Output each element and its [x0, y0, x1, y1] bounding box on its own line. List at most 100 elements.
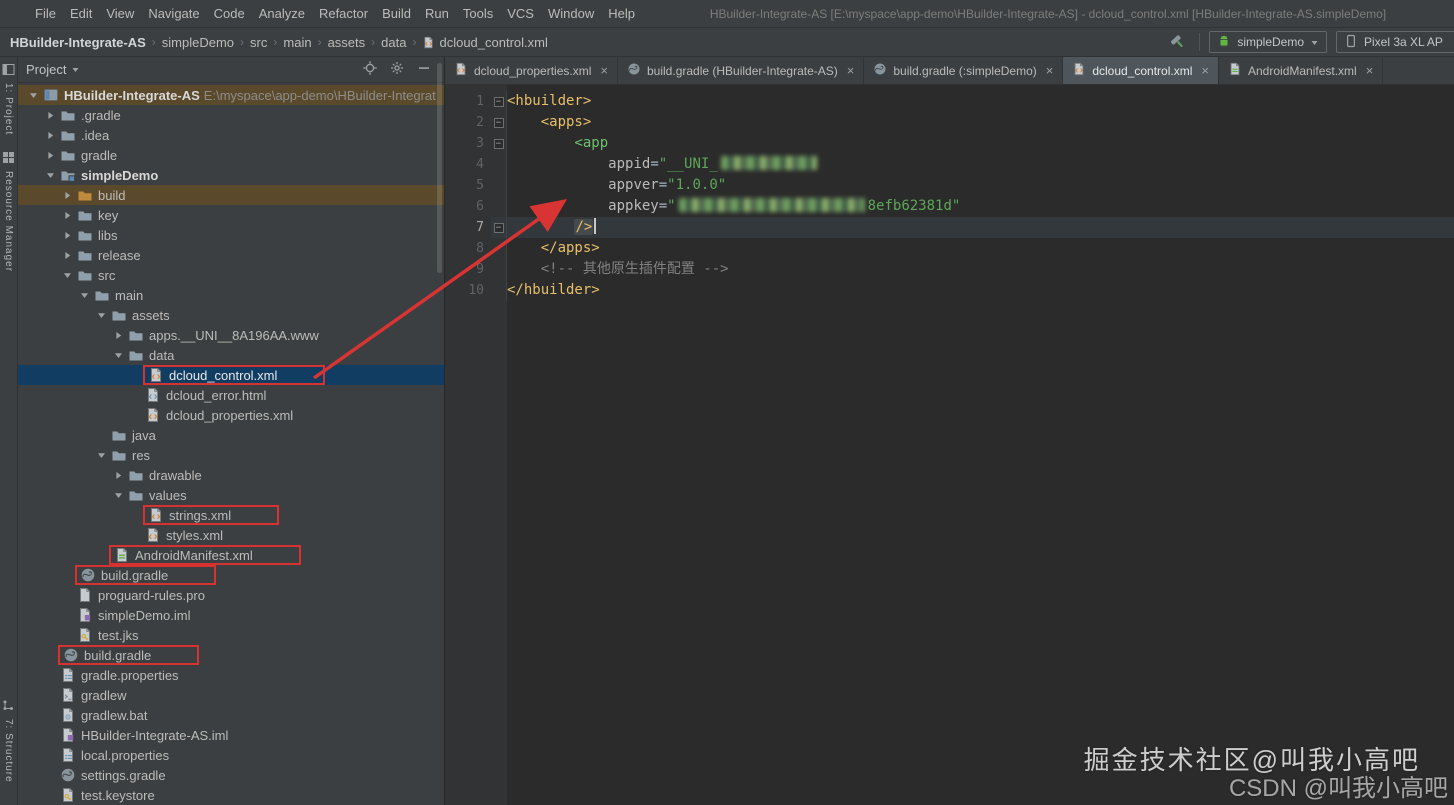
tree-item-settings-gradle[interactable]: settings.gradle [18, 765, 444, 785]
menu-item-code[interactable]: Code [207, 0, 252, 27]
tree-item-dcloud-control-xml[interactable]: dcloud_control.xml [18, 365, 444, 385]
chevron-right-icon[interactable] [43, 150, 58, 161]
breadcrumb-item-hbuilder-integrate-as[interactable]: HBuilder-Integrate-AS [10, 35, 146, 50]
code-line-6[interactable]: 6 appkey=" 8efb62381d" [445, 196, 1454, 217]
chevron-down-icon[interactable] [43, 170, 58, 181]
tree-item-main[interactable]: main [18, 285, 444, 305]
run-config-select[interactable]: simpleDemo [1209, 31, 1327, 53]
chevron-right-icon[interactable] [60, 190, 75, 201]
menu-item-window[interactable]: Window [541, 0, 601, 27]
code-line-1[interactable]: 1− <hbuilder> [445, 91, 1454, 112]
breadcrumb-item-data[interactable]: data [381, 35, 406, 50]
tree-item-data[interactable]: data [18, 345, 444, 365]
fold-gutter[interactable]: − [491, 217, 507, 238]
tree-item-dcloud-error-html[interactable]: dcloud_error.html [18, 385, 444, 405]
hide-panel-icon[interactable] [416, 60, 432, 79]
tree-item-simpledemo-iml[interactable]: simpleDemo.iml [18, 605, 444, 625]
tree-item-hbuilder-integrate-as-iml[interactable]: HBuilder-Integrate-AS.iml [18, 725, 444, 745]
tree-item-dcloud-properties-xml[interactable]: dcloud_properties.xml [18, 405, 444, 425]
code-line-7[interactable]: 7− /> [445, 217, 1454, 238]
menu-item-navigate[interactable]: Navigate [141, 0, 206, 27]
tree-item-java[interactable]: java [18, 425, 444, 445]
code-line-9[interactable]: 9 <!-- 其他原生插件配置 --> [445, 259, 1454, 280]
chevron-down-icon[interactable] [111, 350, 126, 361]
menu-item-help[interactable]: Help [601, 0, 642, 27]
menu-item-build[interactable]: Build [375, 0, 418, 27]
breadcrumb-item-simpledemo[interactable]: simpleDemo [162, 35, 234, 50]
chevron-down-icon[interactable] [60, 270, 75, 281]
editor-tab-androidmanifest-xml[interactable]: AndroidManifest.xml × [1219, 57, 1384, 84]
tree-item-release[interactable]: release [18, 245, 444, 265]
close-tab-icon[interactable]: × [1201, 64, 1209, 77]
fold-marker-icon[interactable]: − [493, 138, 504, 149]
menu-item-file[interactable]: File [28, 0, 63, 27]
fold-marker-icon[interactable]: − [493, 117, 504, 128]
close-tab-icon[interactable]: × [1366, 64, 1374, 77]
menu-item-tools[interactable]: Tools [456, 0, 500, 27]
editor-tab-build-gradle-hbuilder-integrate-as[interactable]: build.gradle (HBuilder-Integrate-AS) × [618, 57, 865, 84]
chevron-down-icon[interactable] [26, 90, 41, 101]
code-line-3[interactable]: 3− <app [445, 133, 1454, 154]
tree-item-styles-xml[interactable]: styles.xml [18, 525, 444, 545]
build-hammer-icon[interactable] [1166, 30, 1190, 54]
project-tree-scrollbar[interactable] [437, 63, 442, 273]
tree-item-build-gradle[interactable]: build.gradle [18, 645, 444, 665]
chevron-right-icon[interactable] [111, 470, 126, 481]
chevron-right-icon[interactable] [43, 110, 58, 121]
breadcrumb-item-src[interactable]: src [250, 35, 267, 50]
close-tab-icon[interactable]: × [1046, 64, 1054, 77]
tree-item-strings-xml[interactable]: strings.xml [18, 505, 444, 525]
code-line-4[interactable]: 4 appid="__UNI_ [445, 154, 1454, 175]
tree-item-gradle-properties[interactable]: gradle.properties [18, 665, 444, 685]
code-line-10[interactable]: 10 </hbuilder> [445, 280, 1454, 301]
tree-item-key[interactable]: key [18, 205, 444, 225]
breadcrumb-item-main[interactable]: main [283, 35, 311, 50]
code-line-5[interactable]: 5 appver="1.0.0" [445, 175, 1454, 196]
tree-item-proguard-rules-pro[interactable]: proguard-rules.pro [18, 585, 444, 605]
tree-item-gradle[interactable]: gradle [18, 145, 444, 165]
chevron-right-icon[interactable] [43, 130, 58, 141]
tree-item-gradlew[interactable]: gradlew [18, 685, 444, 705]
locate-file-icon[interactable] [362, 60, 378, 79]
tree-item-simpledemo[interactable]: simpleDemo [18, 165, 444, 185]
chevron-down-icon[interactable] [77, 290, 92, 301]
breadcrumb-item-assets[interactable]: assets [328, 35, 366, 50]
chevron-right-icon[interactable] [111, 330, 126, 341]
fold-gutter[interactable]: − [491, 112, 507, 133]
chevron-right-icon[interactable] [60, 230, 75, 241]
tool-stripe-resource-manager[interactable]: Resource Manager [2, 151, 15, 272]
fold-marker-icon[interactable]: − [493, 96, 504, 107]
close-tab-icon[interactable]: × [600, 64, 608, 77]
tree-item-libs[interactable]: libs [18, 225, 444, 245]
tree-item-test-keystore[interactable]: test.keystore [18, 785, 444, 805]
tree-item-src[interactable]: src [18, 265, 444, 285]
tree-item-values[interactable]: values [18, 485, 444, 505]
menu-item-edit[interactable]: Edit [63, 0, 99, 27]
menu-item-view[interactable]: View [99, 0, 141, 27]
close-tab-icon[interactable]: × [847, 64, 855, 77]
tree-item-drawable[interactable]: drawable [18, 465, 444, 485]
chevron-down-icon[interactable] [94, 450, 109, 461]
tool-stripe-1-project[interactable]: 1: Project [2, 63, 15, 135]
tree-item-local-properties[interactable]: local.properties [18, 745, 444, 765]
tree-item-idea[interactable]: .idea [18, 125, 444, 145]
tree-item-assets[interactable]: assets [18, 305, 444, 325]
chevron-down-icon[interactable] [94, 310, 109, 321]
tree-item-test-jks[interactable]: test.jks [18, 625, 444, 645]
menu-item-vcs[interactable]: VCS [500, 0, 541, 27]
tree-item-build[interactable]: build [18, 185, 444, 205]
chevron-down-icon[interactable] [71, 65, 80, 74]
gear-icon[interactable] [389, 60, 405, 79]
tree-item-build-gradle[interactable]: build.gradle [18, 565, 444, 585]
code-editor[interactable]: 1− <hbuilder> 2− <apps> 3− <app 4 appid="__U… [445, 85, 1454, 805]
project-panel-title[interactable]: Project [26, 62, 66, 77]
chevron-right-icon[interactable] [60, 250, 75, 261]
menu-item-run[interactable]: Run [418, 0, 456, 27]
menu-item-refactor[interactable]: Refactor [312, 0, 375, 27]
chevron-down-icon[interactable] [111, 490, 126, 501]
code-line-8[interactable]: 8 </apps> [445, 238, 1454, 259]
menu-item-analyze[interactable]: Analyze [252, 0, 312, 27]
editor-tab-dcloud-control-xml[interactable]: dcloud_control.xml × [1063, 57, 1219, 84]
editor-tab-build-gradle-simpledemo[interactable]: build.gradle (:simpleDemo) × [864, 57, 1064, 84]
tree-item-res[interactable]: res [18, 445, 444, 465]
